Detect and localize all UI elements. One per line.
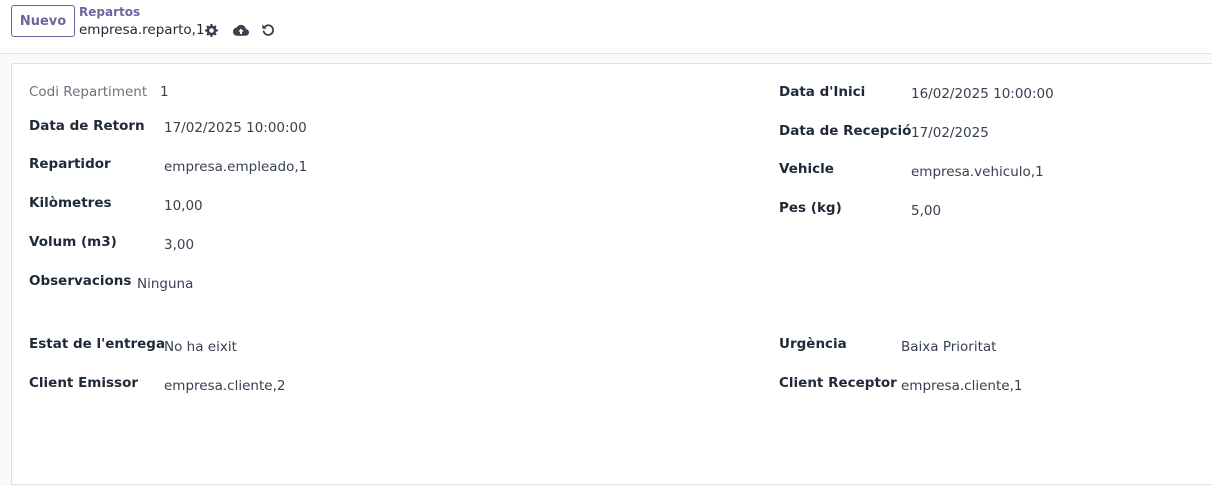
observacions-value[interactable]: Ninguna: [137, 275, 193, 293]
codi-repartiment-value: 1: [160, 84, 169, 100]
client-receptor-label: Client Receptor: [779, 375, 897, 391]
volum-label: Volum (m3): [29, 234, 117, 250]
client-receptor-value[interactable]: empresa.cliente,1: [901, 377, 1022, 395]
record-name: empresa.reparto,1: [79, 22, 205, 38]
client-emissor-value[interactable]: empresa.cliente,2: [164, 377, 285, 395]
gear-icon[interactable]: [203, 22, 219, 38]
repartidor-value[interactable]: empresa.empleado,1: [164, 158, 307, 176]
observacions-label: Observacions: [29, 273, 132, 289]
form-sheet: Codi Repartiment 1 Data de Retorn 17/02/…: [11, 63, 1212, 485]
repartidor-label: Repartidor: [29, 156, 111, 172]
pes-label: Pes (kg): [779, 200, 842, 216]
data-inici-label: Data d'Inici: [779, 84, 866, 100]
new-button[interactable]: Nuevo: [11, 5, 75, 37]
cloud-upload-icon[interactable]: [233, 22, 249, 38]
vehicle-label: Vehicle: [779, 161, 834, 177]
kilometres-value[interactable]: 10,00: [164, 197, 203, 215]
data-retorn-value[interactable]: 17/02/2025 10:00:00: [164, 119, 307, 137]
client-emissor-label: Client Emissor: [29, 375, 139, 391]
estat-entrega-value[interactable]: No ha eixit: [164, 338, 237, 356]
codi-repartiment-label: Codi Repartiment: [29, 84, 148, 100]
control-panel: Nuevo Repartos empresa.reparto,1: [0, 0, 1212, 54]
urgencia-label: Urgència: [779, 336, 847, 352]
breadcrumb-repartos[interactable]: Repartos: [79, 5, 140, 19]
estat-entrega-label: Estat de l'entrega: [29, 336, 166, 352]
data-recepcio-label: Data de Recepció: [779, 123, 912, 139]
data-inici-value[interactable]: 16/02/2025 10:00:00: [911, 85, 1054, 103]
pes-value[interactable]: 5,00: [911, 202, 941, 220]
urgencia-value[interactable]: Baixa Prioritat: [901, 338, 996, 356]
volum-value[interactable]: 3,00: [164, 236, 194, 254]
kilometres-label: Kilòmetres: [29, 195, 112, 211]
vehicle-value[interactable]: empresa.vehiculo,1: [911, 163, 1044, 181]
undo-icon[interactable]: [260, 22, 276, 38]
data-retorn-label: Data de Retorn: [29, 118, 145, 134]
data-recepcio-value[interactable]: 17/02/2025: [911, 124, 989, 142]
